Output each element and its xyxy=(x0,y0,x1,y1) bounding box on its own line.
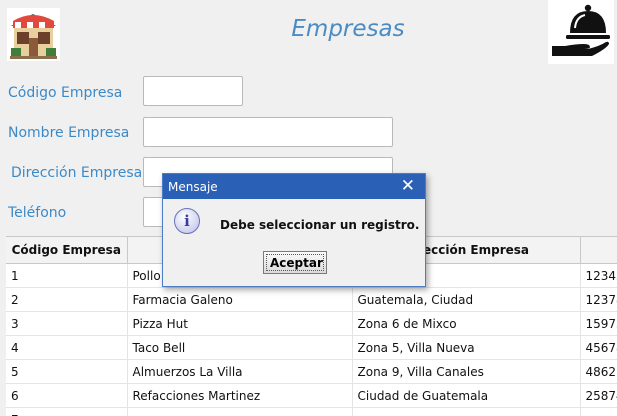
cell-telefono: 45678 xyxy=(580,336,617,360)
cell-direccion: Zona 5, Villa Nueva xyxy=(352,336,580,360)
cell-codigo: 4 xyxy=(6,336,127,360)
codigo-empresa-input[interactable] xyxy=(143,76,243,106)
table-row[interactable]: 6 Refacciones Martinez Ciudad de Guatema… xyxy=(6,384,617,408)
column-header-telefono[interactable]: T xyxy=(580,237,617,264)
cell-telefono: 48621 xyxy=(580,360,617,384)
cell-direccion: Zona 9, Villa Canales xyxy=(352,360,580,384)
nombre-empresa-input[interactable] xyxy=(143,117,393,147)
cell-telefono: 12345 xyxy=(580,264,617,288)
codigo-empresa-label: Código Empresa xyxy=(8,85,122,101)
cell-direccion: Guatemala, Ciudad xyxy=(352,288,580,312)
direccion-empresa-label: Dirección Empresa xyxy=(11,165,142,181)
table-row[interactable]: 5 Almuerzos La Villa Zona 9, Villa Canal… xyxy=(6,360,617,384)
cell-nombre: Almuerzos La Villa xyxy=(127,360,352,384)
column-header-codigo[interactable]: Código Empresa xyxy=(6,237,127,264)
nombre-empresa-label: Nombre Empresa xyxy=(8,125,129,141)
cell-direccion: Ciudad de Guatemala xyxy=(352,384,580,408)
cell-codigo: 1 xyxy=(6,264,127,288)
dialog-message: Debe seleccionar un registro. xyxy=(220,218,419,232)
cell-telefono: 25874 xyxy=(580,384,617,408)
dialog-title: Mensaje xyxy=(168,180,218,194)
cell-codigo: 2 xyxy=(6,288,127,312)
cell-nombre: Taco Bell xyxy=(127,336,352,360)
telefono-label: Teléfono xyxy=(8,205,66,221)
cell-direccion: Zona 6 de Mixco xyxy=(352,312,580,336)
cell-codigo: 3 xyxy=(6,312,127,336)
dialog-titlebar[interactable]: Mensaje ✕ xyxy=(163,174,425,199)
page-title: Empresas xyxy=(0,16,617,42)
accept-button[interactable]: Aceptar xyxy=(263,251,327,274)
table-row[interactable]: 3 Pizza Hut Zona 6 de Mixco 15975 xyxy=(6,312,617,336)
cell-nombre: Refacciones Martinez xyxy=(127,384,352,408)
cell-telefono: 15975 xyxy=(580,312,617,336)
cell-nombre: Farmacia Galeno xyxy=(127,288,352,312)
close-icon[interactable]: ✕ xyxy=(397,178,419,195)
cell-codigo: 5 xyxy=(6,360,127,384)
message-dialog[interactable]: Mensaje ✕ i Debe seleccionar un registro… xyxy=(162,173,426,287)
cell-nombre: Pizza Hut xyxy=(127,312,352,336)
cell-codigo: 6 xyxy=(6,384,127,408)
info-icon: i xyxy=(174,208,200,234)
table-row[interactable]: 2 Farmacia Galeno Guatemala, Ciudad 1237… xyxy=(6,288,617,312)
cell-telefono: 12378 xyxy=(580,288,617,312)
table-row[interactable]: 4 Taco Bell Zona 5, Villa Nueva 45678 xyxy=(6,336,617,360)
